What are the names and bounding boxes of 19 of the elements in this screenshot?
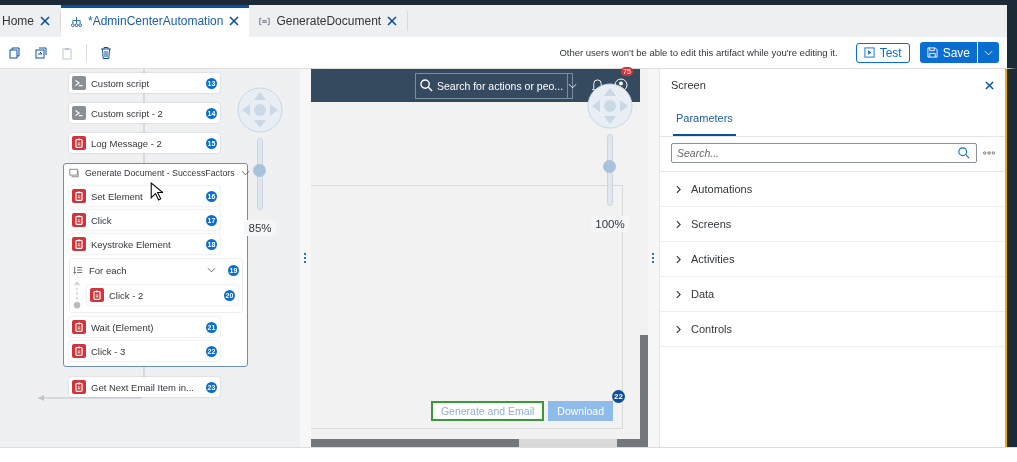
section-header[interactable]: Screens xyxy=(660,207,1005,242)
group-title: Generate Document - SuccessFactors xyxy=(85,168,235,178)
editing-notice: Other users won't be able to edit this artifact while you're editing it. xyxy=(559,47,838,58)
section-header[interactable]: Automations xyxy=(660,172,1005,207)
section-header[interactable]: Activities xyxy=(660,242,1005,277)
editor-tab[interactable]: GenerateDocument xyxy=(249,11,409,31)
panel-title: Screen xyxy=(671,79,706,91)
zoom-level: 100% xyxy=(591,216,629,232)
section-header[interactable]: Data xyxy=(660,277,1005,312)
panel-tab[interactable]: Parameters xyxy=(673,101,736,136)
zoom-level: 85% xyxy=(244,220,276,236)
test-button[interactable]: Test xyxy=(855,42,910,63)
loop-title: For each xyxy=(89,264,128,276)
search-field[interactable]: Search... xyxy=(671,143,977,163)
section-header[interactable]: Controls xyxy=(660,312,1005,347)
search-field[interactable]: Search... xyxy=(677,147,958,159)
editor-tab[interactable]: *AdminCenterAutomation xyxy=(61,5,250,37)
save-button[interactable]: Save xyxy=(919,42,977,63)
step-number: 22 xyxy=(612,390,625,403)
